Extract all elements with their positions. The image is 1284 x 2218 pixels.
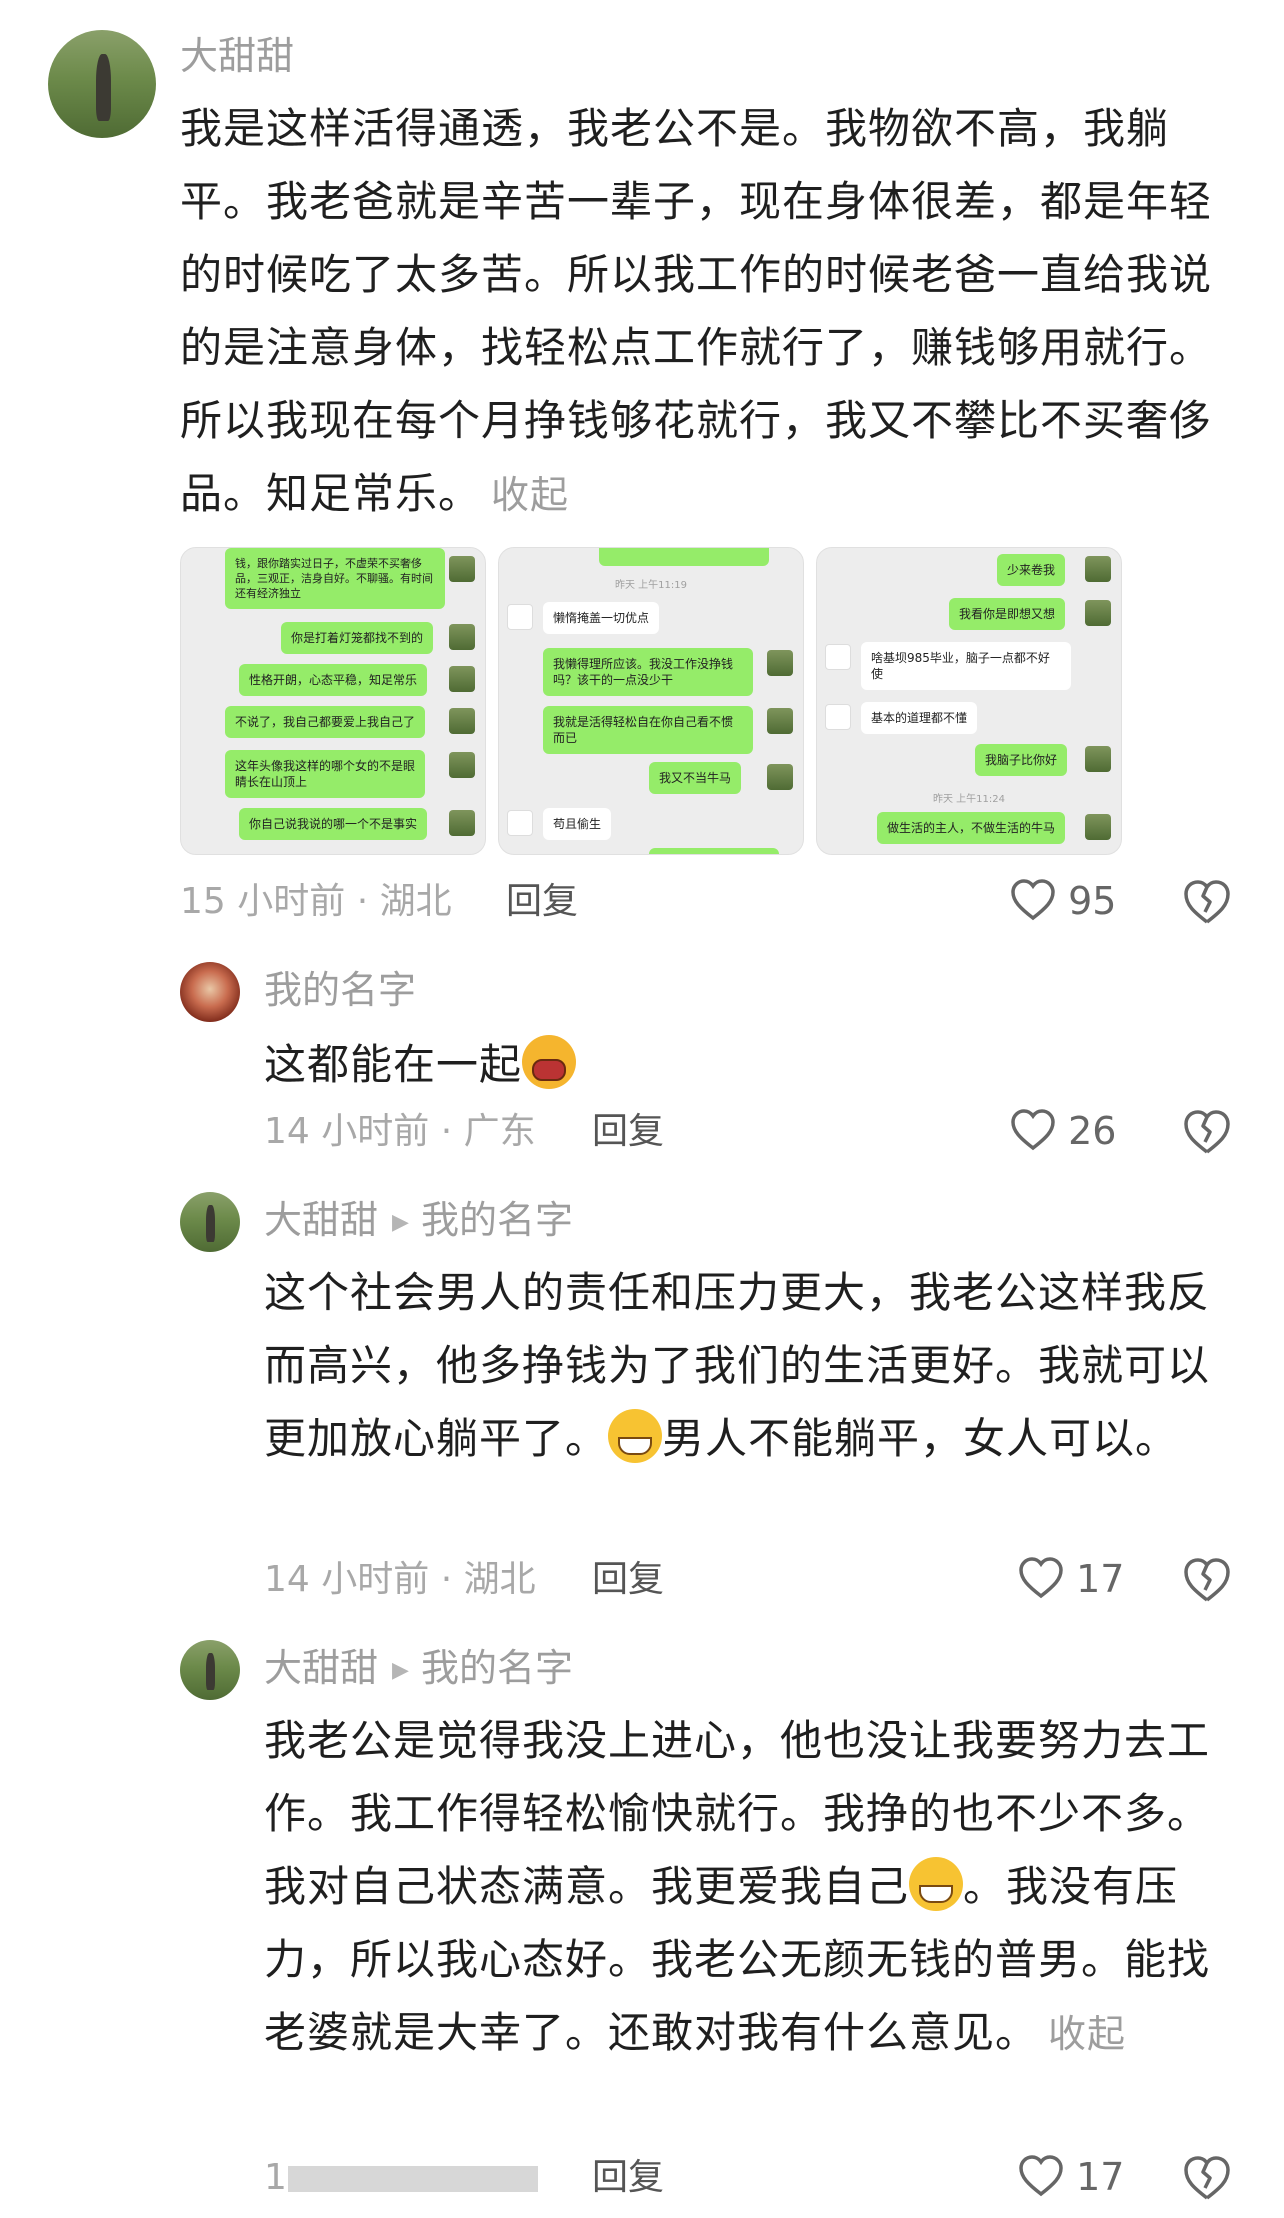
heart-outline-icon [1019, 2155, 1063, 2197]
chat-bubble: 我又不当牛马 [649, 762, 742, 794]
chat-bubble: 性格开朗，心态平稳，知足常乐 [239, 664, 428, 696]
chat-timestamp: 昨天 上午11:19 [615, 580, 687, 591]
like-button[interactable]: 95 [1010, 878, 1116, 923]
like-count: 95 [1068, 879, 1117, 923]
reply-button[interactable]: 回复 [592, 1558, 664, 1602]
comment-meta: 14 小时前 · 广东 [264, 1111, 536, 1152]
username[interactable]: 我的名字 [264, 968, 416, 1012]
comment-text: 我老公是觉得我没上进心，他也没让我要努力去工作。我工作得轻松愉快就行。我挣的也不… [264, 1716, 1211, 2057]
dislike-button[interactable] [1182, 878, 1232, 928]
broken-heart-icon [1184, 1110, 1230, 1154]
username[interactable]: 大甜甜 ▶ 我的名字 [264, 1198, 573, 1245]
chat-bubble: 钱，跟你踏实过日子，不虚荣不买奢侈品，三观正，洁身自好。不聊骚。有时间还有经济独… [225, 548, 445, 609]
collapse-link[interactable]: 收起 [491, 473, 569, 517]
comment-meta: 1 [264, 2157, 287, 2198]
like-count: 17 [1076, 1557, 1125, 1601]
reply-to-user[interactable]: 我的名字 [421, 1646, 573, 1690]
chat-screenshot-3[interactable]: 少来卷我 我看你是即想又想 啥基坝985毕业，脑子一点都不好使 基本的道理都不懂… [816, 547, 1122, 855]
heart-outline-icon [1019, 1557, 1063, 1599]
collapse-link[interactable]: 收起 [1048, 2012, 1126, 2056]
chat-bubble: 懒惰掩盖一切优点 [543, 602, 660, 634]
username[interactable]: 大甜甜 [180, 34, 294, 78]
heart-outline-icon [1011, 879, 1055, 921]
dislike-button[interactable] [1182, 1108, 1232, 1158]
chat-bubble: 苟且偷生 [543, 808, 612, 840]
comment-meta: 14 小时前 · 湖北 [264, 1559, 536, 1600]
chat-bubble: 你是打着灯笼都找不到的 [281, 622, 434, 654]
chat-bubble: 这年头像我这样的哪个女的不是眼睛长在山顶上 [225, 750, 425, 798]
triangle-right-icon: ▶ [392, 1657, 409, 1683]
comment-text: 这都能在一起 [264, 1028, 1224, 1101]
avatar[interactable] [180, 1192, 240, 1252]
like-button[interactable]: 26 [1010, 1108, 1116, 1153]
chat-bubble: 我就是活得轻松自在你自己看不惯而已 [543, 706, 753, 754]
reply-button[interactable]: 回复 [506, 880, 578, 924]
avatar[interactable] [180, 962, 240, 1022]
crying-laughing-emoji-icon [522, 1035, 577, 1089]
image-gallery: 钱，跟你踏实过日子，不虚荣不买奢侈品，三观正，洁身自好。不聊骚。有时间还有经济独… [180, 547, 1122, 855]
dislike-button[interactable] [1182, 2154, 1232, 2204]
heart-outline-icon [1011, 1109, 1055, 1151]
broken-heart-icon [1184, 2156, 1230, 2200]
chat-bubble: 我懒得理所应该。我没工作没挣钱吗？该干的一点没少干 [543, 648, 753, 696]
chat-screenshot-1[interactable]: 钱，跟你踏实过日子，不虚荣不买奢侈品，三观正，洁身自好。不聊骚。有时间还有经济独… [180, 547, 486, 855]
chat-screenshot-2[interactable]: 昨天 上午11:19 懒惰掩盖一切优点 我懒得理所应该。我没工作没挣钱吗？该干的… [498, 547, 804, 855]
chat-bubble: 基本的道理都不懂 [861, 702, 978, 734]
like-count: 26 [1068, 1109, 1117, 1153]
broken-heart-icon [1184, 1558, 1230, 1602]
avatar[interactable] [180, 1640, 240, 1700]
dislike-button[interactable] [1182, 1556, 1232, 1606]
username[interactable]: 大甜甜 ▶ 我的名字 [264, 1646, 573, 1693]
broken-heart-icon [1184, 880, 1230, 924]
like-button[interactable]: 17 [1018, 2154, 1124, 2199]
grinning-emoji-icon [909, 1857, 964, 1911]
redacted-meta-mask [288, 2166, 538, 2192]
triangle-right-icon: ▶ [392, 1209, 409, 1235]
like-button[interactable]: 17 [1018, 1556, 1124, 1601]
chat-bubble: 我看你是即想又想 [949, 598, 1066, 630]
chat-bubble: 啥基坝985毕业，脑子一点都不好使 [861, 642, 1071, 690]
chat-bubble: 做生活的主人，不做生活的牛马 [877, 812, 1066, 844]
chat-bubble: 你自己说我说的哪一个不是事实 [239, 808, 428, 840]
chat-bubble: 不说了，我自己都要爱上我自己了 [225, 706, 426, 738]
comment-meta: 15 小时前 · 湖北 [180, 881, 452, 922]
comment-text: 我是这样活得通透，我老公不是。我物欲不高，我躺平。我老爸就是辛苦一辈子，现在身体… [180, 104, 1213, 518]
reply-button[interactable]: 回复 [592, 2156, 664, 2200]
grinning-emoji-icon [608, 1409, 663, 1463]
chat-timestamp: 昨天 上午11:24 [933, 794, 1005, 805]
reply-to-user[interactable]: 我的名字 [421, 1198, 573, 1242]
comment-text: 这个社会男人的责任和压力更大，我老公这样我反而高兴，他多挣钱为了我们的生活更好。… [264, 1268, 1211, 1463]
chat-bubble: 我脑子比你好 [975, 744, 1068, 776]
reply-button[interactable]: 回复 [592, 1110, 664, 1154]
avatar[interactable] [48, 30, 156, 138]
chat-bubble: 少来卷我 [997, 554, 1066, 586]
like-count: 17 [1076, 2155, 1125, 2199]
